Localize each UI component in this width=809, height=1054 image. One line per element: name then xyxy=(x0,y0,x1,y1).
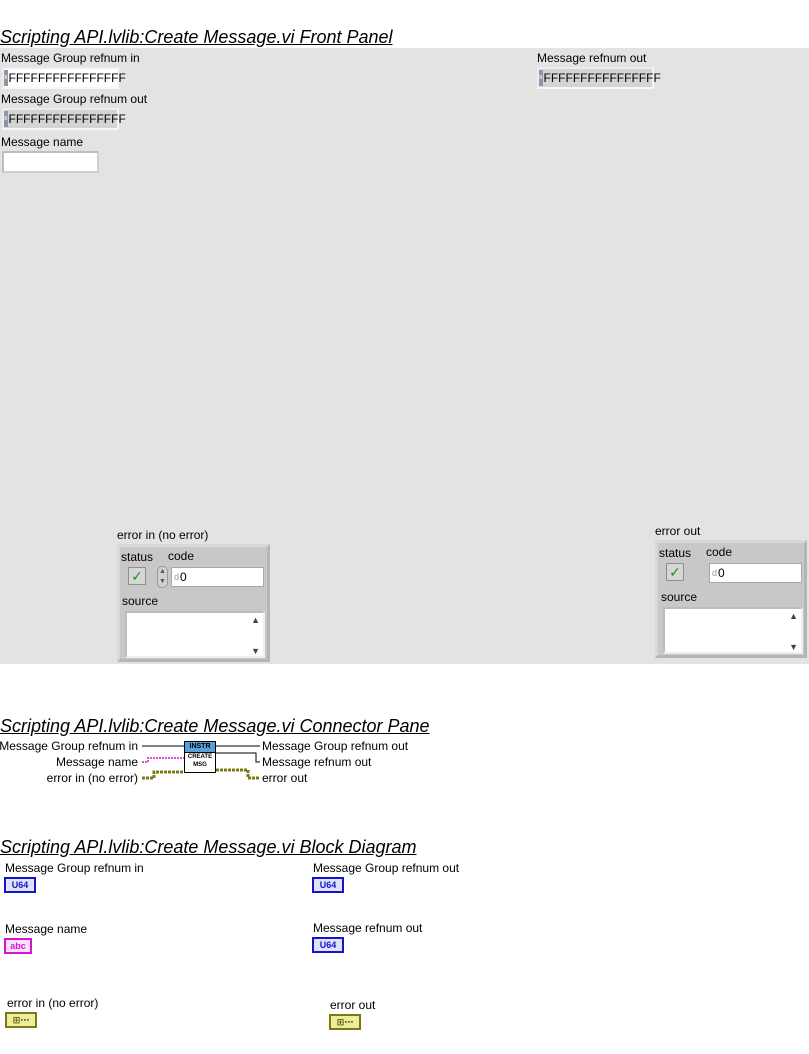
error-in-status-check-icon[interactable]: ✓ xyxy=(128,567,146,585)
cp-left-terminal-label: Message Group refnum in xyxy=(0,739,138,753)
u64-control-terminal-icon[interactable]: U64 xyxy=(4,877,36,893)
msg-refnum-out-value: FFFFFFFFFFFFFFFF xyxy=(543,71,661,85)
error-out-source-field: ▲ ▼ xyxy=(663,607,803,654)
front-panel: Message Group refnum in x FFFFFFFFFFFFFF… xyxy=(0,48,809,664)
error-in-source-label: source xyxy=(122,594,159,608)
bd-terminal-label: error out xyxy=(330,998,376,1012)
error-out-code-value: 0 xyxy=(718,566,725,580)
bd-terminal-label: Message Group refnum in xyxy=(5,861,144,875)
error-in-code-label: code xyxy=(168,549,195,563)
scroll-down-icon[interactable]: ▼ xyxy=(789,642,798,652)
error-in-status-label: status xyxy=(121,550,154,564)
scroll-up-icon[interactable]: ▲ xyxy=(789,611,798,621)
msg-group-refnum-in-label: Message Group refnum in xyxy=(1,51,140,65)
block-diagram-heading: Scripting API.lvlib:Create Message.vi Bl… xyxy=(0,837,417,857)
error-out-cluster: status code ✓ d 0 source ▲ ▼ xyxy=(655,540,807,658)
scroll-up-icon[interactable]: ▲ xyxy=(251,615,260,625)
error-in-code-field[interactable]: d 0 xyxy=(171,567,264,587)
msg-refnum-out-indicator: x FFFFFFFFFFFFFFFF xyxy=(537,67,661,89)
error-in-code-spinner[interactable]: ▲ ▼ xyxy=(157,566,168,588)
cp-right-terminal-label: error out xyxy=(262,771,308,785)
error-in-source-field[interactable]: ▲ ▼ xyxy=(125,611,265,658)
refnum-tag-icon: x xyxy=(4,70,8,86)
msg-refnum-out-label: Message refnum out xyxy=(537,51,647,65)
scroll-down-icon[interactable]: ▼ xyxy=(251,646,260,656)
front-panel-heading: Scripting API.lvlib:Create Message.vi Fr… xyxy=(0,27,393,47)
cp-right-terminal-label: Message Group refnum out xyxy=(262,739,409,753)
error-in-label: error in (no error) xyxy=(117,528,209,542)
msg-group-refnum-out-indicator: x FFFFFFFFFFFFFFFF xyxy=(2,108,126,130)
msg-group-refnum-out-label: Message Group refnum out xyxy=(1,92,148,106)
refnum-tag-icon: x xyxy=(539,70,543,86)
msg-group-refnum-in-value: FFFFFFFFFFFFFFFF xyxy=(8,71,126,85)
connector-pane-heading: Scripting API.lvlib:Create Message.vi Co… xyxy=(0,716,430,736)
msg-name-label: Message name xyxy=(1,135,84,149)
msg-name-input[interactable] xyxy=(2,151,99,173)
error-in-cluster: status code ✓ ▲ ▼ d 0 source ▲ ▼ xyxy=(117,544,270,662)
vi-icon-line: CREATE xyxy=(187,754,213,760)
error-in-code-value: 0 xyxy=(180,570,187,584)
error-out-code-field: d 0 xyxy=(709,563,802,583)
bd-terminal-label: Message refnum out xyxy=(313,921,423,935)
error-out-status-check-icon: ✓ xyxy=(666,563,684,581)
error-cluster-control-terminal-icon[interactable]: ⊞⋯ xyxy=(5,1012,37,1028)
msg-group-refnum-in-control[interactable]: x FFFFFFFFFFFFFFFF xyxy=(2,67,126,89)
u64-indicator-terminal-icon[interactable]: U64 xyxy=(312,937,344,953)
bd-terminal-label: Message Group refnum out xyxy=(313,861,460,875)
u64-indicator-terminal-icon[interactable]: U64 xyxy=(312,877,344,893)
error-out-status-label: status xyxy=(659,546,692,560)
string-control-terminal-icon[interactable]: abc xyxy=(4,938,32,954)
bd-terminal-label: error in (no error) xyxy=(7,996,99,1010)
error-out-code-label: code xyxy=(706,545,733,559)
vi-icon-text: CREATE MSG xyxy=(185,753,215,769)
error-out-label: error out xyxy=(655,524,701,538)
radix-icon: d xyxy=(174,572,180,582)
msg-group-refnum-out-value: FFFFFFFFFFFFFFFF xyxy=(8,112,126,126)
error-out-source-label: source xyxy=(661,590,698,604)
radix-icon: d xyxy=(712,568,718,578)
vi-icon[interactable]: INSTR CREATE MSG xyxy=(184,741,216,773)
vi-icon-line: MSG xyxy=(193,762,207,768)
cp-left-terminal-label: Message name xyxy=(55,755,138,769)
cp-left-terminal-label: error in (no error) xyxy=(46,771,138,785)
cp-right-terminal-label: Message refnum out xyxy=(262,755,372,769)
vi-icon-banner: INSTR xyxy=(185,742,215,753)
bd-terminal-label: Message name xyxy=(5,922,88,936)
refnum-tag-icon: x xyxy=(4,111,8,127)
error-cluster-indicator-terminal-icon[interactable]: ⊞⋯ xyxy=(329,1014,361,1030)
